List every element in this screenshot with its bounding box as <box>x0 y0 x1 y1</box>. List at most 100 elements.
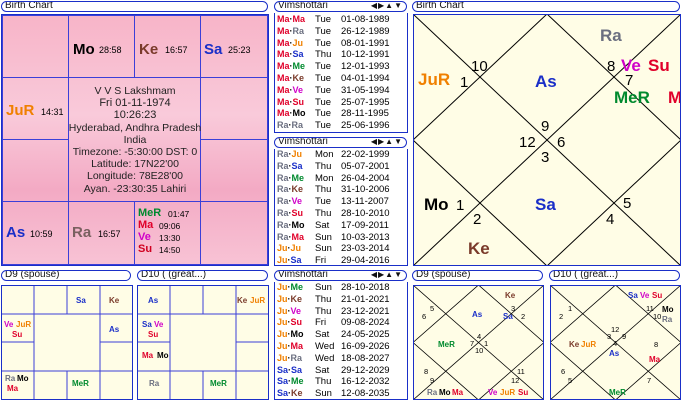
dasha-row[interactable]: Ra·Su Thu 28-10-2010 <box>277 208 390 220</box>
dasha-row[interactable]: Ma·Ju Tue 08-01-1991 <box>277 37 390 50</box>
dasha-period: Ra·Su <box>277 208 315 220</box>
dasha-weekday: Tue <box>315 108 332 120</box>
planet-mars: Ma <box>7 384 19 393</box>
planet-saturn: Sa <box>76 296 86 305</box>
dasha-row[interactable]: Ju·Me Sun 28-10-2018 <box>277 282 390 294</box>
planet-degree: 25:23 <box>228 45 251 55</box>
d9-right-title[interactable]: D9 (spouse) <box>412 270 543 281</box>
planet-degree: 01:47 <box>168 209 190 219</box>
dasha-row[interactable]: Ju·Ju Sun 23-03-2014 <box>277 243 390 255</box>
house-number: 5 <box>568 376 573 385</box>
panel-title: Vimshottari <box>278 137 328 147</box>
dasha-sublord: Me <box>292 61 306 72</box>
dasha-row[interactable]: Ju·Ma Wed 16-09-2026 <box>277 341 390 353</box>
dasha-row[interactable]: Ma·Ve Tue 31-05-1994 <box>277 85 390 97</box>
dasha-weekday: Tue <box>315 61 332 73</box>
dasha-period: Ju·Me <box>277 282 315 294</box>
scroll-arrows-icon[interactable]: ◀▶▲▼ <box>371 2 403 10</box>
dasha-sublord: Ve <box>290 305 302 316</box>
dasha-row[interactable]: Sa·Me Thu 16-12-2032 <box>277 376 390 388</box>
dasha-row[interactable]: Ra·Ma Sun 10-03-2013 <box>277 231 390 244</box>
planet-sun: Su <box>648 56 670 75</box>
house-number: 8 <box>607 58 616 75</box>
scroll-arrows-icon[interactable]: ◀▶▲▼ <box>371 271 403 279</box>
scroll-arrows-icon[interactable]: ◀▶▲▼ <box>371 138 403 146</box>
dasha-row[interactable]: Ma·Ma Tue 01-08-1989 <box>277 14 390 26</box>
dasha-row[interactable]: Ma·Su Tue 25-07-1995 <box>277 97 390 109</box>
dasha-row[interactable]: Ju·Mo Sat 24-05-2025 <box>277 329 390 341</box>
d10-right-title[interactable]: D10 ( (great...) <box>549 270 680 281</box>
dasha-row[interactable]: Ma·Mo Tue 28-11-1995 <box>277 108 389 120</box>
planet-ketu: Ke <box>109 296 120 305</box>
planet-jupiter: JuR <box>6 102 35 119</box>
dasha-row[interactable]: Ma·Sa Thu 10-12-1991 <box>277 49 390 61</box>
dasha-date: 04-01-1994 <box>341 72 390 84</box>
planet-sun: Su <box>12 330 23 339</box>
vimshottari-1-title[interactable]: Vimshottari ◀▶▲▼ <box>274 1 407 12</box>
dasha-sublord: Mo <box>291 219 305 230</box>
birth-chart-right-title[interactable]: Birth Chart <box>412 1 680 12</box>
dasha-period: Ra·Mo <box>277 220 315 232</box>
dasha-row[interactable]: Ra·Mo Sat 17-09-2011 <box>277 220 389 232</box>
planet-saturn: Sa <box>204 41 223 58</box>
dasha-row[interactable]: Ju·Ra Wed 18-08-2027 <box>277 353 390 365</box>
vimshottari-3-title[interactable]: Vimshottari ◀▶▲▼ <box>274 270 407 281</box>
dasha-period: Ma·Me <box>277 61 315 73</box>
dasha-sublord: Su <box>290 317 303 328</box>
dasha-row[interactable]: Ma·Ra Tue 26-12-1989 <box>277 26 390 38</box>
dasha-date: 12-08-2035 <box>341 388 390 400</box>
house-number: 4 <box>613 339 618 348</box>
planet-ascendant: As <box>109 325 120 334</box>
house-number: 1 <box>568 304 573 313</box>
dasha-row[interactable]: Ra·Ve Tue 13-11-2007 <box>277 196 389 208</box>
dasha-date: 22-02-1999 <box>341 149 390 160</box>
dasha-row[interactable]: Ra·Ju Mon 22-02-1999 <box>277 149 390 161</box>
dasha-row[interactable]: Ma·Me Tue 12-01-1993 <box>277 61 390 73</box>
dasha-date: 29-12-2029 <box>341 364 390 376</box>
dasha-weekday: Tue <box>315 37 332 49</box>
dasha-row[interactable]: Ra·Me Mon 26-04-2004 <box>277 173 390 185</box>
dasha-table: Ju·Me Sun 28-10-2018 Ju·Ke Thu 21-01-2021 Ju·V… <box>277 282 390 400</box>
dasha-row[interactable]: Ra·Ke Thu 31-10-2006 <box>277 184 390 196</box>
planet-degree: 09:06 <box>159 221 181 231</box>
dasha-period: Ma·Ke <box>277 73 315 85</box>
house-number: 2 <box>473 211 482 228</box>
dasha-weekday: Tue <box>315 196 332 208</box>
dasha-date: 24-05-2025 <box>341 329 390 341</box>
vimshottari-list-1[interactable]: Ma·Ma Tue 01-08-1989 Ma·Ra Tue 26-12-1989 Ma·J… <box>274 13 408 133</box>
dasha-period: Ju·Ke <box>277 294 315 306</box>
dasha-row[interactable]: Sa·Ke Sun 12-08-2035 <box>277 388 390 400</box>
vimshottari-2-title[interactable]: Vimshottari ◀▶▲▼ <box>274 137 407 148</box>
planet-mercury: MeR <box>210 379 227 388</box>
planet-rahu: Ra <box>72 224 92 241</box>
house-number: 9 <box>430 376 435 385</box>
dasha-sublord: Ma <box>291 231 305 242</box>
dasha-row[interactable]: Ju·Su Fri 09-08-2024 <box>277 317 390 329</box>
planet-rahu: Ra <box>427 388 438 397</box>
vimshottari-list-3[interactable]: Ju·Me Sun 28-10-2018 Ju·Ke Thu 21-01-2021 Ju·V… <box>274 282 408 400</box>
planet-ascendant: As <box>148 296 159 305</box>
dasha-row[interactable]: Ju·Sa Fri 29-04-2016 <box>277 255 390 265</box>
d9-left-title[interactable]: D9 (spouse) <box>1 270 131 281</box>
house-number: 10 <box>653 312 662 321</box>
planet-venus: Ve <box>154 320 164 329</box>
dasha-period: Ma·Ra <box>277 26 315 38</box>
dasha-row[interactable]: Ju·Ve Thu 23-12-2021 <box>277 305 390 318</box>
dasha-row[interactable]: Sa·Sa Sat 29-12-2029 <box>277 364 390 377</box>
dasha-date: 31-10-2006 <box>341 184 390 196</box>
dasha-lord: Ma <box>277 25 290 36</box>
dasha-row[interactable]: Ra·Sa Thu 05-07-2001 <box>277 160 390 173</box>
dasha-period: Ma·Ma <box>277 14 315 26</box>
dasha-date: 05-07-2001 <box>341 160 390 172</box>
dasha-row[interactable]: Ra·Ra Tue 25-06-1996 <box>277 120 390 132</box>
house-number: 12 <box>611 325 620 334</box>
dasha-lord: Ju <box>277 243 288 254</box>
vimshottari-list-2[interactable]: Ra·Ju Mon 22-02-1999 Ra·Sa Thu 05-07-2001 Ra·M… <box>274 149 408 266</box>
house-number: 3 <box>607 332 612 341</box>
dasha-row[interactable]: Ju·Ke Thu 21-01-2021 <box>277 294 390 306</box>
dasha-row[interactable]: Ma·Ke Tue 04-01-1994 <box>277 72 390 85</box>
d10-left-title[interactable]: D10 ( (great...) <box>137 270 268 281</box>
dasha-lord: Ju <box>277 305 288 316</box>
birth-chart-left-title[interactable]: Birth Chart <box>1 1 268 12</box>
birth-date: Fri 01-11-1974 <box>99 97 171 110</box>
